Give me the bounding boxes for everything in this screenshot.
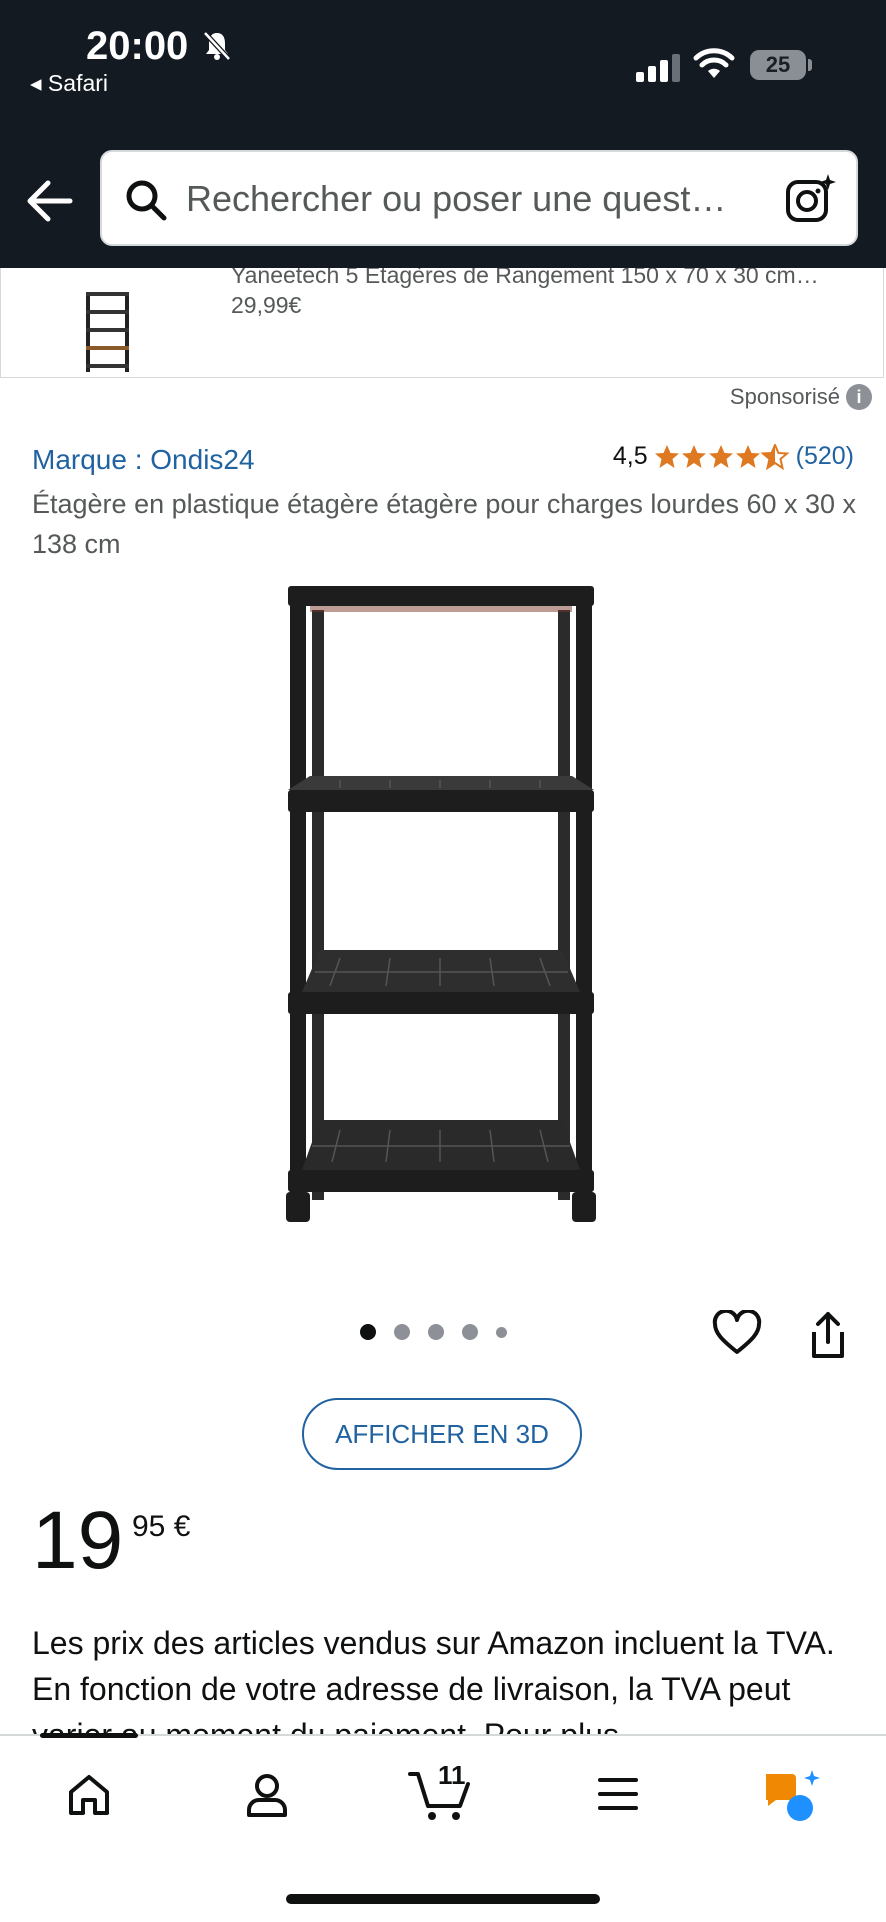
sponsored-text: Sponsorisé bbox=[729, 384, 840, 409]
tax-note: Les prix des articles vendus sur Amazon … bbox=[32, 1625, 835, 1740]
carousel-dot[interactable] bbox=[496, 1326, 507, 1338]
menu-icon[interactable] bbox=[596, 1776, 640, 1812]
home-indicator bbox=[286, 1894, 600, 1904]
image-carousel-dots[interactable] bbox=[360, 1324, 507, 1340]
search-icon bbox=[126, 180, 167, 221]
price-fraction: 95 € bbox=[132, 1510, 191, 1543]
bottom-nav-bar: 11 bbox=[0, 1733, 886, 1922]
arrow-left-icon[interactable] bbox=[26, 178, 74, 224]
sponsored-label[interactable]: Sponsorisé i bbox=[730, 384, 872, 410]
search-input[interactable]: Rechercher ou poser une quest… bbox=[186, 178, 726, 220]
rating-count[interactable]: (520) bbox=[796, 442, 854, 471]
battery-tip bbox=[808, 59, 812, 71]
price-whole: 19 bbox=[32, 1495, 124, 1586]
search-bar[interactable]: Rechercher ou poser une quest… bbox=[100, 150, 858, 246]
product-title: Étagère en plastique étagère étagère pou… bbox=[32, 489, 857, 559]
carousel-dot[interactable] bbox=[428, 1324, 444, 1340]
star-rating-icon bbox=[654, 443, 788, 469]
bell-muted-icon bbox=[203, 31, 231, 61]
carousel-dot[interactable] bbox=[462, 1324, 478, 1340]
battery-indicator: 25 bbox=[750, 50, 806, 80]
back-to-safari[interactable]: ◂ Safari bbox=[30, 70, 108, 97]
sponsored-product-title[interactable]: Yaneetech 5 Etagères de Rangement 150 x … bbox=[231, 268, 819, 289]
signal-icon bbox=[636, 54, 680, 82]
brand-link[interactable]: Marque : Ondis24 bbox=[32, 444, 255, 476]
camera-lens-icon[interactable] bbox=[784, 172, 836, 224]
cart-count-badge: 11 bbox=[438, 1760, 466, 1790]
home-icon[interactable] bbox=[66, 1772, 112, 1818]
rufus-chat-icon[interactable] bbox=[762, 1768, 824, 1824]
shelf-thumbnail bbox=[86, 292, 129, 372]
info-icon[interactable]: i bbox=[846, 384, 872, 410]
status-time: 20:00 bbox=[86, 24, 189, 68]
sponsored-product-strip[interactable]: Yaneetech 5 Etagères de Rangement 150 x … bbox=[0, 268, 884, 378]
active-tab-indicator bbox=[40, 1733, 138, 1738]
carousel-dot[interactable] bbox=[394, 1324, 410, 1340]
heart-icon[interactable] bbox=[712, 1310, 762, 1356]
header-area: 20:00 ◂ Safari 25 Rechercher ou poser un… bbox=[0, 0, 886, 268]
product-image[interactable] bbox=[280, 580, 610, 1240]
carousel-dot[interactable] bbox=[360, 1324, 376, 1340]
sponsored-product-price: 29,99€ bbox=[231, 292, 302, 318]
share-icon[interactable] bbox=[806, 1310, 850, 1360]
rating-summary[interactable]: 4,5 (520) bbox=[613, 442, 854, 471]
rating-value: 4,5 bbox=[612, 442, 648, 470]
view-in-3d-button[interactable]: AFFICHER EN 3D bbox=[302, 1398, 582, 1470]
user-icon[interactable] bbox=[244, 1772, 290, 1818]
wifi-icon bbox=[693, 48, 735, 78]
